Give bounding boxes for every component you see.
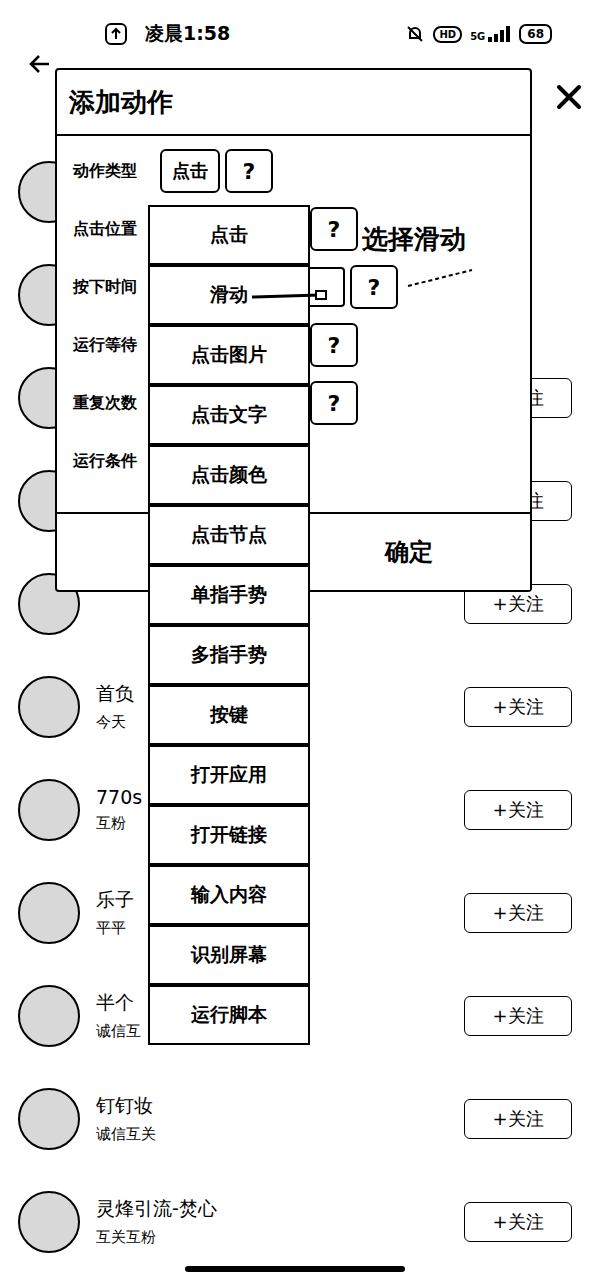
menu-item[interactable]: 点击颜色: [148, 445, 310, 505]
follow-button[interactable]: +关注: [464, 893, 572, 933]
follow-button[interactable]: +关注: [464, 1202, 572, 1242]
menu-item[interactable]: 点击节点: [148, 505, 310, 565]
avatar: [18, 882, 80, 944]
field-row: 动作类型点击?: [73, 142, 514, 200]
follow-button[interactable]: +关注: [464, 996, 572, 1036]
home-indicator: [185, 1266, 405, 1272]
menu-item[interactable]: 单指手势: [148, 565, 310, 625]
confirm-button[interactable]: 确定: [287, 514, 531, 590]
field-label: 动作类型: [73, 161, 155, 182]
help-button[interactable]: ?: [350, 265, 398, 309]
user-subtitle: 诚信互关: [96, 1125, 448, 1144]
avatar: [18, 1088, 80, 1150]
action-type-menu: 点击滑动点击图片点击文字点击颜色点击节点单指手势多指手势按键打开应用打开链接输入…: [148, 205, 310, 1045]
mute-bell-icon: [405, 24, 425, 44]
menu-item[interactable]: 点击文字: [148, 385, 310, 445]
user-name: 灵烽引流-焚心: [96, 1196, 448, 1222]
avatar: [18, 676, 80, 738]
dialog-title: 添加动作: [57, 70, 530, 136]
field-label: 点击位置: [73, 219, 155, 240]
field-label: 运行等待: [73, 335, 155, 356]
menu-item[interactable]: 输入内容: [148, 865, 310, 925]
network-label: 5G: [470, 31, 485, 42]
user-name: 钉钉妆: [96, 1093, 448, 1119]
menu-item[interactable]: 打开链接: [148, 805, 310, 865]
status-bar: 凌晨1:58 HD 5G 68: [0, 0, 590, 68]
follow-button[interactable]: +关注: [464, 687, 572, 727]
field-label: 重复次数: [73, 393, 155, 414]
menu-item[interactable]: 打开应用: [148, 745, 310, 805]
signal: 5G: [470, 26, 511, 42]
signal-icon: [487, 26, 511, 42]
annotation-arrow-icon: [250, 262, 480, 307]
status-time: 凌晨1:58: [145, 21, 230, 47]
upload-icon: [105, 23, 127, 45]
field-label: 运行条件: [73, 451, 155, 472]
user-row[interactable]: 灵烽引流-焚心互关互粉 +关注: [0, 1170, 590, 1273]
annotation-text: 选择滑动: [362, 222, 466, 257]
action-type-select[interactable]: 点击: [160, 149, 220, 193]
field-label: 按下时间: [73, 277, 155, 298]
follow-button[interactable]: +关注: [464, 1099, 572, 1139]
menu-item[interactable]: 点击图片: [148, 325, 310, 385]
hd-badge: HD: [433, 26, 462, 43]
help-button[interactable]: ?: [225, 149, 273, 193]
back-arrow-icon[interactable]: [28, 52, 52, 76]
avatar: [18, 985, 80, 1047]
help-button[interactable]: ?: [310, 207, 358, 251]
help-button[interactable]: ?: [310, 323, 358, 367]
user-row[interactable]: 钉钉妆诚信互关 +关注: [0, 1067, 590, 1170]
menu-item[interactable]: 识别屏幕: [148, 925, 310, 985]
avatar: [18, 1191, 80, 1253]
avatar: [18, 779, 80, 841]
battery: 68: [519, 24, 552, 44]
follow-button[interactable]: +关注: [464, 790, 572, 830]
close-icon[interactable]: [554, 82, 584, 112]
help-button[interactable]: ?: [310, 381, 358, 425]
screen: 凌晨1:58HD5G68+关注+关注+关注首负今天+关注770s互粉+关注乐子平…: [0, 0, 590, 1280]
menu-item[interactable]: 运行脚本: [148, 985, 310, 1045]
menu-item[interactable]: 点击: [148, 205, 310, 265]
user-subtitle: 互关互粉: [96, 1228, 448, 1247]
menu-item[interactable]: 多指手势: [148, 625, 310, 685]
menu-item[interactable]: 按键: [148, 685, 310, 745]
